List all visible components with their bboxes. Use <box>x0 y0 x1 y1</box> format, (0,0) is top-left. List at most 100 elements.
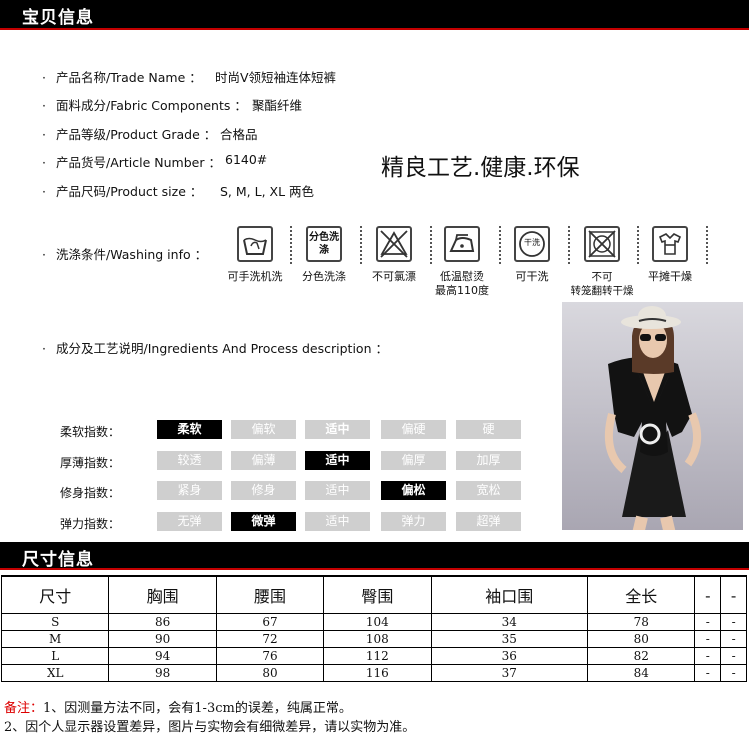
section-title: 尺寸信息 <box>22 550 94 570</box>
section-header-product-info: 宝贝信息 <box>0 0 749 30</box>
wash-item-separate: 分色洗涤 分色洗涤 <box>288 226 360 284</box>
info-row-size: · 产品尺码/Product size ： S, M, L, XL 两色 <box>42 181 314 200</box>
info-value: 6140# <box>225 152 268 167</box>
wash-item-text: 可手洗机洗 <box>227 270 283 283</box>
table-cell: 78 <box>587 613 696 631</box>
wash-item-text: 可干洗 <box>515 270 549 283</box>
column-header: 腰围 <box>215 575 325 614</box>
table-cell: 35 <box>430 630 589 648</box>
icon-text: 干洗 <box>524 238 540 247</box>
table-header-row: 尺寸 胸围 腰围 臀围 袖口围 全长 - - <box>0 575 747 614</box>
info-value: S, M, L, XL 两色 <box>220 184 315 199</box>
wash-separately-icon: 分色洗涤 <box>306 226 342 262</box>
info-label: 产品名称/Trade Name ： <box>56 70 202 85</box>
index-chip-slight-stretch: 微弹 <box>231 512 296 531</box>
info-row-fabric: · 面料成分/Fabric Components ： 聚酯纤维 <box>42 95 302 114</box>
index-chip-soft: 柔软 <box>157 420 222 439</box>
table-cell: 90 <box>108 630 217 648</box>
header-accent-line <box>0 568 749 570</box>
low-iron-icon <box>444 226 480 262</box>
bullet: · <box>42 247 46 262</box>
note-prefix: 备注： <box>4 701 44 716</box>
table-cell: 80 <box>587 630 696 648</box>
section-header-size-info: 尺寸信息 <box>0 542 749 570</box>
slogan: 精良工艺.健康.环保 <box>381 155 580 181</box>
bullet: · <box>42 127 46 142</box>
table-cell: 37 <box>430 664 589 682</box>
wash-item-flat-dry: 平摊干燥 <box>634 226 706 284</box>
index-label-softness: 柔软指数： <box>60 425 121 439</box>
table-cell: 98 <box>108 664 217 682</box>
table-cell: - <box>694 647 722 665</box>
column-header: - <box>720 575 747 614</box>
table-cell: - <box>694 664 722 682</box>
info-row-grade: · 产品等级/Product Grade ： 合格品 <box>42 124 258 143</box>
index-label-elasticity: 弹力指数： <box>60 517 121 531</box>
index-label-fit: 修身指数： <box>60 486 121 500</box>
table-cell: 86 <box>108 613 217 631</box>
note-text: 1、因测量方法不同，会有1-3cm的误差，纯属正常。 <box>43 701 352 716</box>
icon-text: 分色洗涤 <box>309 232 339 256</box>
info-row-process: · 成分及工艺说明/Ingredients And Process descrip… <box>42 338 388 357</box>
index-chip: 偏硬 <box>381 420 446 439</box>
table-cell: 84 <box>587 664 696 682</box>
index-chip: 偏软 <box>231 420 296 439</box>
info-label: 产品尺码/Product size ： <box>56 184 203 199</box>
no-bleach-icon <box>376 226 412 262</box>
table-cell: - <box>720 647 747 665</box>
note-line-2: 2、因个人显示器设置差异，图片与实物会有细微差异，请以实物为准。 <box>4 716 415 735</box>
info-label: 产品货号/Article Number ： <box>56 155 221 170</box>
hand-wash-icon <box>237 226 273 262</box>
index-chip: 修身 <box>231 481 296 500</box>
info-row-trade-name: · 产品名称/Trade Name ： 时尚V领短袖连体短裤 <box>42 67 336 86</box>
wash-item-dry-clean: 干洗 可干洗 <box>496 226 568 284</box>
table-cell: 36 <box>430 647 589 665</box>
note-text: 2、因个人显示器设置差异，图片与实物会有细微差异，请以实物为准。 <box>4 720 416 735</box>
dry-clean-icon: 干洗 <box>514 226 550 262</box>
table-cell: 72 <box>215 630 325 648</box>
info-value: 合格品 <box>220 127 258 142</box>
table-row: M 90 72 108 35 80 - - <box>0 630 747 648</box>
table-row: XL 98 80 116 37 84 - - <box>0 664 747 682</box>
index-chip: 加厚 <box>456 451 521 470</box>
table-cell: - <box>720 630 747 648</box>
table-cell: 80 <box>215 664 325 682</box>
table-cell: - <box>694 613 722 631</box>
column-header: 尺寸 <box>0 575 110 614</box>
table-row: L 94 76 112 36 82 - - <box>0 647 747 665</box>
wash-item-text: 低温慰烫 最高110度 <box>435 270 489 297</box>
wash-item-text: 分色洗涤 <box>302 270 346 283</box>
wash-item-no-bleach: 不可氯漂 <box>358 226 430 284</box>
divider <box>706 226 708 264</box>
wash-item-hand-wash: 可手洗机洗 <box>219 226 291 284</box>
index-chip: 适中 <box>305 481 370 500</box>
column-header: 袖口围 <box>430 575 589 614</box>
info-row-article-number: · 产品货号/Article Number ： 6140# <box>42 152 267 171</box>
bullet: · <box>42 341 46 356</box>
index-chip-medium: 适中 <box>305 451 370 470</box>
table-cell: - <box>720 664 747 682</box>
size-table: 尺寸 胸围 腰围 臀围 袖口围 全长 - - S 86 67 104 34 78… <box>0 575 747 682</box>
column-header: 臀围 <box>323 575 432 614</box>
table-cell: 108 <box>323 630 432 648</box>
column-header: 胸围 <box>108 575 217 614</box>
table-cell: 76 <box>215 647 325 665</box>
table-cell: 67 <box>215 613 325 631</box>
index-chip: 适中 <box>305 420 370 439</box>
table-cell: L <box>0 647 110 665</box>
flat-dry-icon <box>652 226 688 262</box>
index-chip: 硬 <box>456 420 521 439</box>
table-cell: S <box>0 613 110 631</box>
wash-item-no-tumble: 不可 转笼翻转干燥 <box>566 226 638 298</box>
table-cell: 104 <box>323 613 432 631</box>
index-label-thickness: 厚薄指数： <box>60 456 121 470</box>
table-cell: - <box>694 630 722 648</box>
info-label: 洗涤条件/Washing info ： <box>56 247 208 262</box>
table-row: S 86 67 104 34 78 - - <box>0 613 747 631</box>
bullet: · <box>42 184 46 199</box>
header-accent-line <box>0 28 749 30</box>
no-tumble-dry-icon <box>584 226 620 262</box>
index-chip: 无弹 <box>157 512 222 531</box>
info-label: 面料成分/Fabric Components ： <box>56 98 247 113</box>
bullet: · <box>42 70 46 85</box>
